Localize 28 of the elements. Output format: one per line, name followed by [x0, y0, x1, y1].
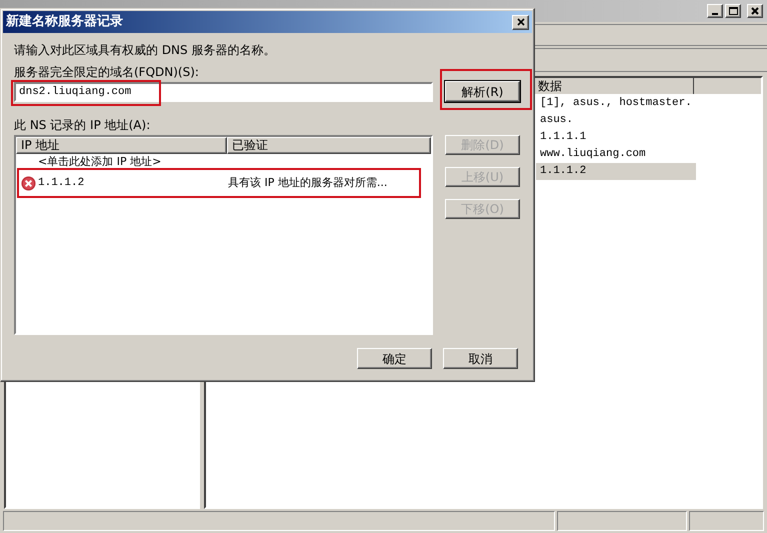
record-row[interactable]: asus. [536, 112, 696, 129]
ip-row[interactable]: 1.1.1.2 具有该 IP 地址的服务器对所需... [19, 171, 419, 195]
record-row[interactable]: 1.1.1.2 [536, 163, 696, 180]
close-button[interactable] [512, 14, 529, 30]
dialog-title: 新建名称服务器记录 [6, 12, 123, 32]
fqdn-label: 服务器完全限定的域名(FQDN)(S): [14, 64, 200, 81]
close-icon [516, 18, 524, 26]
minimize-button[interactable] [707, 4, 723, 18]
fqdn-field[interactable]: dns2.liuqiang.com [14, 82, 433, 102]
record-row[interactable]: www.liuqiang.com [536, 146, 696, 163]
close-button[interactable] [747, 4, 763, 18]
resolve-button[interactable]: 解析(R) [445, 81, 520, 102]
close-icon [751, 7, 759, 15]
ip-label: 此 NS 记录的 IP 地址(A): [14, 117, 152, 134]
prompt-text: 请输入对此区域具有权威的 DNS 服务器的名称。 [14, 42, 276, 59]
record-row[interactable]: [1], asus., hostmaster. [536, 95, 696, 112]
column-header[interactable]: IP 地址 [16, 137, 227, 154]
column-header[interactable]: 已验证 [227, 137, 431, 154]
record-row[interactable]: 1.1.1.1 [536, 129, 696, 146]
validation-status: 具有该 IP 地址的服务器对所需... [228, 174, 388, 191]
error-icon [21, 176, 36, 190]
column-header[interactable]: 数据 [534, 78, 694, 94]
ip-address: 1.1.1.2 [37, 176, 86, 191]
maximize-button[interactable] [725, 4, 741, 18]
maximize-icon [728, 7, 738, 15]
cancel-button[interactable]: 取消 [443, 348, 518, 369]
add-ip-entry[interactable]: <单击此处添加 IP 地址> [38, 155, 162, 168]
ok-button[interactable]: 确定 [357, 348, 432, 369]
